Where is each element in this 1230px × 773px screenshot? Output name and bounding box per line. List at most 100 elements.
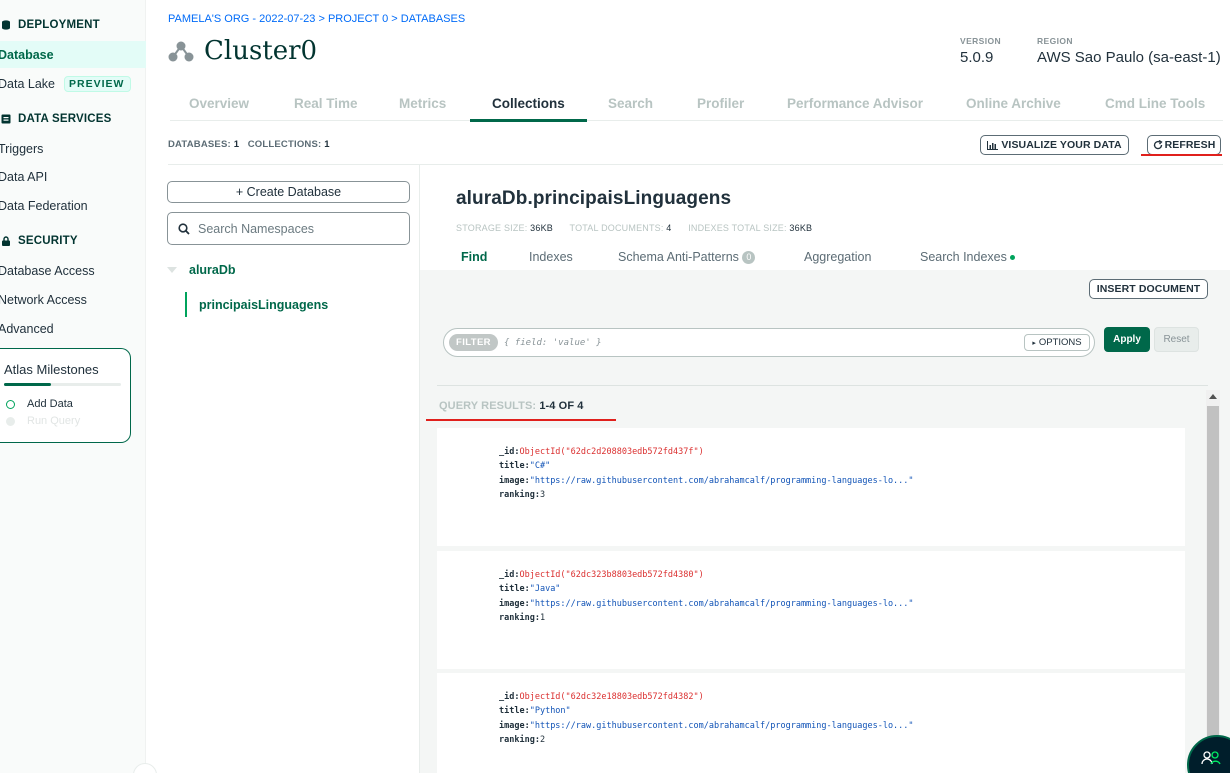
- status-dot-icon: [1009, 255, 1015, 261]
- tab-metrics[interactable]: Metrics: [399, 96, 446, 111]
- document-card[interactable]: _id:ObjectId("62dc2d208803edb572fd437f")…: [437, 428, 1185, 666]
- document-field-title: title:"C#": [499, 461, 550, 471]
- field-key: title:: [499, 584, 530, 594]
- tab-real-time[interactable]: Real Time: [294, 96, 358, 111]
- sidebar-item-database[interactable]: Database: [0, 41, 146, 68]
- region-value: AWS Sao Paulo (sa-east-1): [1037, 49, 1221, 66]
- sidebar-item-data-api[interactable]: Data API: [0, 163, 146, 190]
- field-value: 3: [539, 490, 546, 500]
- scroll-up-icon[interactable]: [1209, 394, 1217, 399]
- subtab-find[interactable]: Find: [461, 250, 487, 264]
- refresh-button[interactable]: REFRESH: [1147, 135, 1221, 155]
- page-title: Cluster0: [168, 36, 317, 66]
- document-field-title: title:"Java": [499, 584, 560, 594]
- sidebar-item-network-access[interactable]: Network Access: [0, 286, 146, 313]
- sidebar-item-label: Data Lake: [0, 76, 55, 91]
- tab-online-archive[interactable]: Online Archive: [966, 96, 1061, 111]
- database-name: aluraDb: [189, 263, 236, 277]
- reset-button[interactable]: Reset: [1154, 327, 1199, 352]
- cluster-tabs: Overview Real Time Metrics Collections S…: [170, 88, 1223, 122]
- storage-size-label: STORAGE SIZE:: [456, 223, 528, 233]
- document-field-title: title:"Python": [499, 706, 571, 716]
- field-key: ranking:: [499, 735, 540, 745]
- field-value: "Python": [529, 706, 571, 716]
- subtab-indexes[interactable]: Indexes: [529, 250, 573, 264]
- caret-right-icon: ▸: [1032, 339, 1036, 347]
- apply-button[interactable]: Apply: [1104, 327, 1150, 352]
- document-field-ranking: ranking:1: [499, 613, 545, 623]
- collection-title: aluraDb.principaisLinguagens: [456, 188, 732, 209]
- document-field-id: _id:ObjectId("62dc323b8803edb572fd4380"): [499, 570, 704, 580]
- field-key: image:: [499, 476, 530, 486]
- tab-search[interactable]: Search: [608, 96, 653, 111]
- collections-count-label: COLLECTIONS:: [247, 139, 322, 150]
- insert-document-button[interactable]: INSERT DOCUMENT: [1089, 279, 1208, 299]
- database-icon: [2, 20, 10, 30]
- namespace-search: [167, 212, 410, 245]
- namespace-search-input[interactable]: [198, 221, 398, 236]
- refresh-icon: [1153, 140, 1163, 150]
- subtab-schema-anti-patterns[interactable]: Schema Anti-Patterns 0: [618, 250, 756, 265]
- field-key: _id:: [499, 447, 520, 457]
- query-results-label: QUERY RESULTS:: [439, 400, 537, 412]
- atlas-milestones-card[interactable]: Atlas Milestones Add Data Run Query: [0, 348, 131, 443]
- sidebar-section-label: DATA SERVICES: [18, 113, 112, 125]
- caret-down-icon[interactable]: [167, 267, 177, 273]
- sidebar-item-label: Database Access: [0, 263, 95, 278]
- tab-cmd-line-tools[interactable]: Cmd Line Tools: [1105, 96, 1205, 111]
- subtab-search-indexes[interactable]: Search Indexes: [920, 250, 1015, 264]
- field-key: ranking:: [499, 613, 540, 623]
- field-key: title:: [499, 461, 530, 471]
- tab-profiler[interactable]: Profiler: [697, 96, 744, 111]
- subtab-aggregation[interactable]: Aggregation: [804, 250, 871, 264]
- tab-collections[interactable]: Collections: [492, 96, 565, 111]
- visualize-data-label: VISUALIZE YOUR DATA: [1001, 139, 1122, 151]
- scrollbar-thumb[interactable]: [1207, 406, 1219, 773]
- sidebar-item-data-lake[interactable]: Data Lake PREVIEW: [0, 70, 146, 97]
- sidebar-section-security: SECURITY: [0, 235, 78, 247]
- document-card[interactable]: _id:ObjectId("62dc32e18803edb572fd4382")…: [437, 673, 1185, 773]
- version-label: VERSION: [960, 36, 1002, 46]
- namespace-panel: + Create Database aluraDb principaisLing…: [166, 165, 420, 773]
- field-value: ObjectId("62dc323b8803edb572fd4380"): [519, 570, 704, 580]
- sidebar-section-label: SECURITY: [18, 235, 78, 247]
- document-field-image: image:"https://raw.githubusercontent.com…: [499, 721, 914, 731]
- database-tree-item[interactable]: aluraDb: [167, 263, 236, 277]
- version-value: 5.0.9: [960, 49, 994, 66]
- options-button[interactable]: ▸ OPTIONS: [1024, 334, 1090, 351]
- create-database-button[interactable]: + Create Database: [167, 181, 410, 203]
- sidebar-item-label: Advanced: [0, 321, 54, 336]
- total-documents-value: 4: [666, 223, 672, 233]
- sidebar-item-label: Data Federation: [0, 198, 88, 213]
- sidebar-item-triggers[interactable]: Triggers: [0, 135, 146, 162]
- sidebar-item-database-access[interactable]: Database Access: [0, 257, 146, 284]
- collection-stats: STORAGE SIZE: 36KB TOTAL DOCUMENTS: 4 IN…: [456, 223, 826, 233]
- documents-scrollbar[interactable]: [1206, 390, 1220, 773]
- field-key: image:: [499, 599, 530, 609]
- milestone-step-run-query: Run Query: [6, 415, 80, 427]
- milestone-step-label: Add Data: [27, 398, 73, 410]
- collection-tree-item[interactable]: principaisLinguagens: [185, 292, 328, 317]
- region-label: REGION: [1037, 36, 1073, 46]
- filter-input[interactable]: [504, 334, 1004, 352]
- sidebar-section-data-services: DATA SERVICES: [0, 113, 112, 125]
- sidebar-section-label: DEPLOYMENT: [18, 19, 100, 31]
- milestone-step-add-data[interactable]: Add Data: [6, 398, 73, 410]
- sidebar-item-data-federation[interactable]: Data Federation: [0, 192, 146, 219]
- field-value: ObjectId("62dc2d208803edb572fd437f"): [519, 447, 704, 457]
- breadcrumb[interactable]: PAMELA'S ORG - 2022-07-23 > PROJECT 0 > …: [168, 13, 465, 25]
- indexes-size-value: 36KB: [789, 223, 813, 233]
- query-results-summary: QUERY RESULTS: 1-4 OF 4: [439, 400, 584, 412]
- sidebar-item-advanced[interactable]: Advanced: [0, 315, 146, 342]
- annotation-underline: [426, 419, 616, 421]
- sidebar-item-label: Database: [0, 47, 54, 62]
- document-field-image: image:"https://raw.githubusercontent.com…: [499, 599, 914, 609]
- visualize-data-button[interactable]: VISUALIZE YOUR DATA: [980, 135, 1129, 155]
- document-card[interactable]: _id:ObjectId("62dc323b8803edb572fd4380")…: [437, 551, 1185, 669]
- tab-overview[interactable]: Overview: [189, 96, 249, 111]
- options-label: OPTIONS: [1038, 337, 1082, 348]
- cluster-name: Cluster0: [204, 36, 318, 66]
- tab-performance-advisor[interactable]: Performance Advisor: [787, 96, 923, 111]
- milestones-progress-bar: [4, 383, 121, 386]
- preview-badge: PREVIEW: [63, 75, 132, 92]
